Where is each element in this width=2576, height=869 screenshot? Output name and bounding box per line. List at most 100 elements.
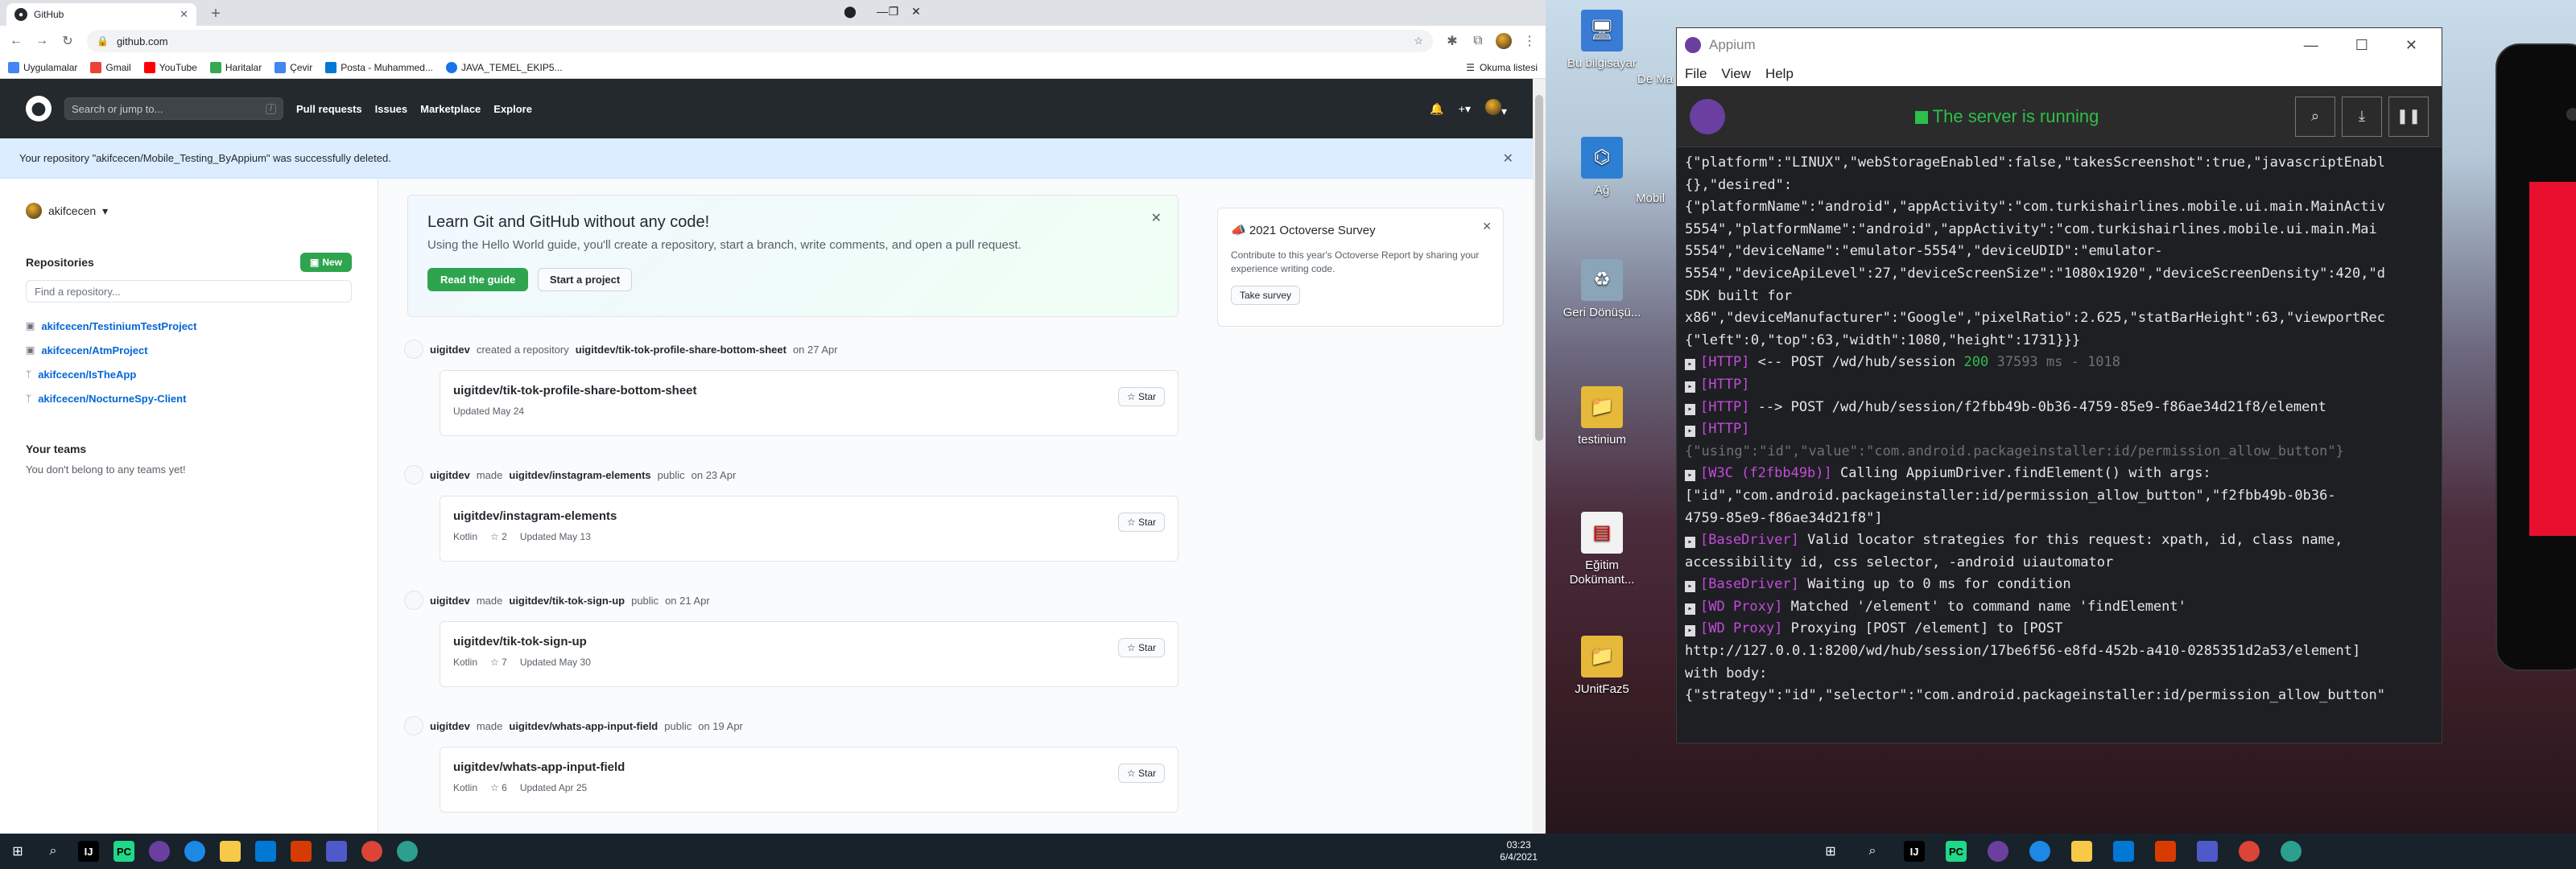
bookmark-apps[interactable]: Uygulamalar: [8, 61, 77, 73]
start-project-button[interactable]: Start a project: [537, 268, 633, 291]
repo-link[interactable]: ▣ akifcecen/AtmProject: [26, 338, 352, 362]
close-icon[interactable]: ✕: [1482, 220, 1492, 233]
find-repo-input[interactable]: Find a repository...: [26, 280, 352, 303]
app-icon[interactable]: [390, 834, 425, 869]
close-icon[interactable]: ✕: [1151, 210, 1162, 226]
chrome-icon[interactable]: [354, 834, 390, 869]
intellij-icon[interactable]: IJ: [1897, 834, 1932, 869]
feed-actor[interactable]: uigitdev: [430, 720, 470, 732]
pause-icon[interactable]: ❚❚: [2388, 96, 2429, 137]
windows-start-icon[interactable]: ⊞: [1813, 834, 1848, 869]
chrome-icon[interactable]: [2231, 834, 2267, 869]
emulator-screen[interactable]: [2529, 182, 2576, 536]
office-icon[interactable]: [283, 834, 319, 869]
menu-view[interactable]: View: [1721, 66, 1751, 82]
close-icon[interactable]: ✕: [1503, 150, 1513, 167]
teams-icon[interactable]: [2190, 834, 2225, 869]
tab-github[interactable]: ● GitHub ✕: [6, 3, 196, 26]
forward-icon[interactable]: →: [31, 30, 53, 52]
bookmark-star-icon[interactable]: ☆: [1414, 35, 1423, 47]
profile-avatar-icon[interactable]: [1492, 30, 1515, 52]
mail-icon[interactable]: [248, 834, 283, 869]
take-survey-button[interactable]: Take survey: [1231, 286, 1301, 305]
menu-help[interactable]: Help: [1765, 66, 1794, 82]
feed-target[interactable]: uigitdev/tik-tok-sign-up: [509, 595, 625, 607]
plus-dropdown-icon[interactable]: +▾: [1459, 102, 1471, 116]
extension-indicator-icon[interactable]: ⬤: [834, 5, 866, 19]
nav-issues[interactable]: Issues: [375, 103, 407, 115]
expand-icon[interactable]: ▸: [1685, 537, 1695, 549]
repo-link[interactable]: ᛘ akifcecen/NocturneSpy-Client: [26, 386, 352, 410]
nav-explore[interactable]: Explore: [493, 103, 532, 115]
scrollbar-thumb[interactable]: [1535, 95, 1543, 441]
extension-puzzle-icon[interactable]: ⧉: [1467, 30, 1489, 52]
star-button[interactable]: ☆ Star: [1117, 513, 1165, 532]
expand-icon[interactable]: ▸: [1685, 603, 1695, 615]
mail-icon[interactable]: [2106, 834, 2141, 869]
github-search-input[interactable]: Search or jump to... /: [64, 97, 283, 120]
android-emulator[interactable]: [2496, 43, 2576, 671]
teams-icon[interactable]: [319, 834, 354, 869]
expand-icon[interactable]: ▸: [1685, 470, 1695, 482]
nav-marketplace[interactable]: Marketplace: [420, 103, 481, 115]
close-tab-icon[interactable]: ✕: [180, 8, 188, 21]
stars-count[interactable]: ☆ 6: [490, 782, 507, 793]
windows-start-icon[interactable]: ⊞: [0, 834, 35, 869]
stars-count[interactable]: ☆ 7: [490, 657, 507, 668]
app-icon[interactable]: [2273, 834, 2309, 869]
user-menu[interactable]: ▾: [1484, 99, 1507, 118]
extensions-icon[interactable]: ✱: [1441, 30, 1463, 52]
bookmark-youtube[interactable]: YouTube: [143, 61, 197, 73]
read-guide-button[interactable]: Read the guide: [427, 268, 529, 291]
menu-file[interactable]: File: [1685, 66, 1707, 82]
download-icon[interactable]: ⤓: [2342, 96, 2382, 137]
close-window-icon[interactable]: ✕: [900, 5, 932, 19]
file-explorer-icon[interactable]: [213, 834, 248, 869]
bookmark-gmail[interactable]: Gmail: [90, 61, 131, 73]
feed-actor[interactable]: uigitdev: [430, 344, 470, 356]
close-icon[interactable]: ✕: [2405, 37, 2417, 54]
desktop-icon-this-pc[interactable]: 🖥 Bu bilgisayar: [1562, 10, 1642, 71]
stars-count[interactable]: ☆ 2: [490, 531, 507, 542]
new-repo-button[interactable]: ▣ New: [299, 253, 352, 272]
address-bar[interactable]: 🔒 github.com ☆: [87, 30, 1433, 52]
feed-target[interactable]: uigitdev/tik-tok-profile-share-bottom-sh…: [576, 344, 786, 356]
office-icon[interactable]: [2148, 834, 2183, 869]
desktop-icon-network[interactable]: ⌬ Ağ: [1562, 137, 1642, 198]
bookmark-java[interactable]: JAVA_TEMEL_EKIP5...: [445, 61, 563, 73]
server-log[interactable]: {"platform":"LINUX","webStorageEnabled":…: [1677, 147, 2442, 712]
pycharm-icon[interactable]: PC: [1938, 834, 1974, 869]
desktop-icon-pdf[interactable]: ▤ Eğitim Dokümant...: [1562, 512, 1642, 587]
system-clock[interactable]: 03:23 6/4/2021: [1500, 839, 1546, 863]
star-button[interactable]: ☆ Star: [1117, 387, 1165, 406]
feed-actor[interactable]: uigitdev: [430, 595, 470, 607]
file-explorer-icon[interactable]: [2064, 834, 2099, 869]
repo-name-link[interactable]: uigitdev/instagram-elements: [453, 509, 1165, 523]
appium-icon[interactable]: [142, 834, 177, 869]
expand-icon[interactable]: ▸: [1685, 426, 1695, 438]
bookmark-translate[interactable]: Çevir: [275, 61, 312, 73]
appium-icon[interactable]: [1980, 834, 2016, 869]
desktop-icon-recycle-bin[interactable]: ♻ Geri Dönüşü...: [1562, 259, 1642, 320]
reload-icon[interactable]: ↻: [56, 30, 79, 52]
bell-icon[interactable]: 🔔: [1430, 102, 1443, 116]
repo-link[interactable]: ▣ akifcecen/TestiniumTestProject: [26, 314, 352, 338]
account-switcher[interactable]: akifcecen ▾: [26, 203, 352, 219]
maximize-icon[interactable]: ☐: [2355, 37, 2368, 54]
bookmark-maps[interactable]: Haritalar: [209, 61, 262, 73]
new-tab-button[interactable]: +: [206, 5, 225, 24]
repo-link[interactable]: ᛘ akifcecen/IsTheApp: [26, 362, 352, 386]
bookmark-mail[interactable]: Posta - Muhammed...: [325, 61, 433, 73]
reading-list[interactable]: ☰ Okuma listesi: [1466, 62, 1538, 73]
github-logo-icon[interactable]: ⬤: [26, 96, 52, 121]
chrome-menu-icon[interactable]: ⋮: [1518, 30, 1541, 52]
star-button[interactable]: ☆ Star: [1117, 764, 1165, 783]
back-icon[interactable]: ←: [5, 30, 27, 52]
repo-name-link[interactable]: uigitdev/tik-tok-sign-up: [453, 635, 1165, 649]
app-icon[interactable]: [177, 834, 213, 869]
expand-icon[interactable]: ▸: [1685, 625, 1695, 637]
repo-name-link[interactable]: uigitdev/whats-app-input-field: [453, 760, 1165, 774]
desktop-icon-junitfaz5[interactable]: 📁 JUnitFaz5: [1562, 636, 1642, 697]
feed-target[interactable]: uigitdev/whats-app-input-field: [509, 720, 658, 732]
expand-icon[interactable]: ▸: [1685, 359, 1695, 371]
